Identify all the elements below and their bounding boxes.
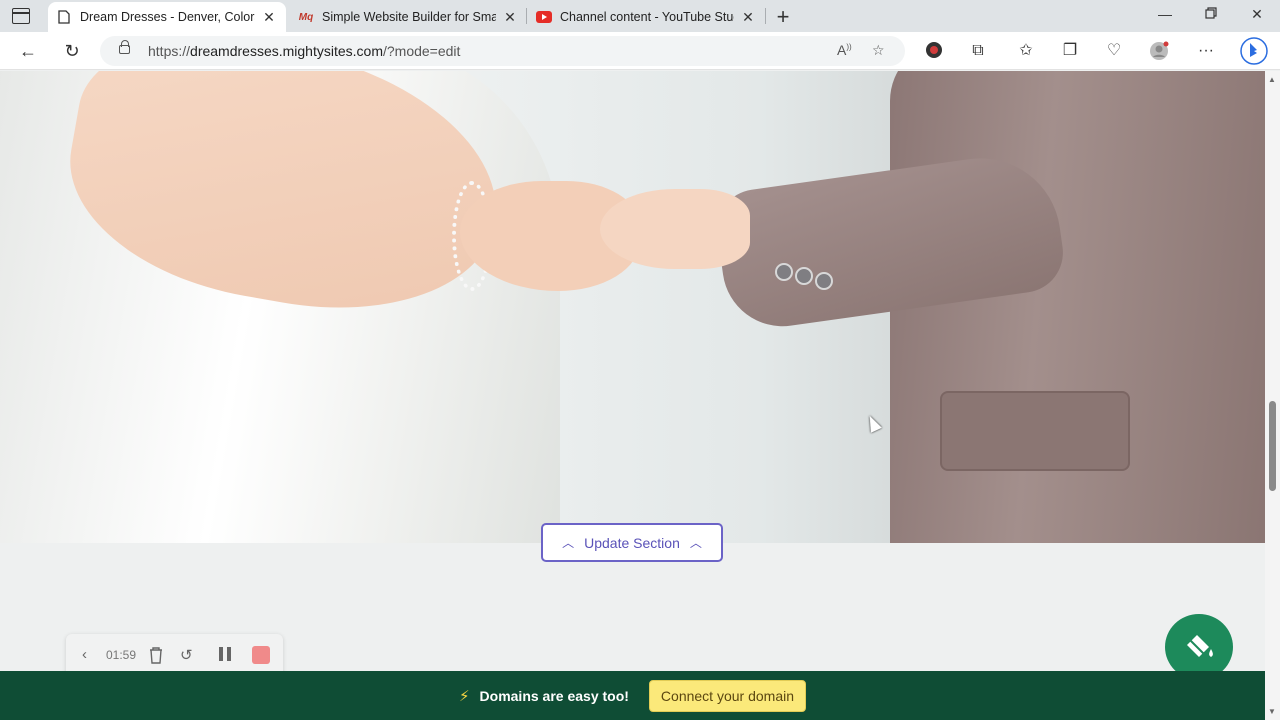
update-section-label: Update Section: [584, 534, 680, 551]
url-host: dreamdresses.mightysites.com: [190, 43, 383, 59]
address-bar[interactable]: https://dreamdresses.mightysites.com/?mo…: [100, 36, 905, 66]
groom-suit-shape: [890, 71, 1265, 543]
tab-title: Simple Website Builder for Small: [322, 10, 497, 24]
scroll-up-icon[interactable]: ▲: [1268, 75, 1276, 84]
chevron-up-icon: ︿: [689, 536, 702, 550]
lock-icon: [119, 40, 130, 54]
more-options-icon[interactable]: ···: [1196, 41, 1216, 61]
cuff-button-shape: [815, 272, 833, 290]
collapse-chevron-icon[interactable]: ‹: [82, 646, 87, 663]
mighty-logo-icon: Mq: [298, 11, 314, 23]
close-tab-icon[interactable]: ✕: [261, 9, 277, 26]
close-window-icon[interactable]: ✕: [1247, 6, 1267, 23]
close-tab-icon[interactable]: ✕: [740, 9, 756, 26]
tab-separator: [765, 8, 766, 24]
page-scrollbar[interactable]: ▲ ▼: [1265, 71, 1280, 720]
hero-image: [0, 71, 1265, 543]
browser-tab-strip: Dream Dresses - Denver, Colorado ✕ Mq Si…: [0, 0, 1280, 32]
page-content: ︿ Update Section ︿ ‹ 01:59 ↺ ⚡ Domains a…: [0, 71, 1265, 720]
new-tab-icon[interactable]: +: [772, 4, 794, 30]
tab-dream-dresses[interactable]: Dream Dresses - Denver, Colorado ✕: [48, 2, 286, 32]
tab-title: Channel content - YouTube Studio: [560, 10, 735, 24]
update-section-button[interactable]: ︿ Update Section ︿: [541, 523, 723, 562]
recording-timer: 01:59: [106, 648, 137, 662]
address-toolbar: ← ↻ https://dreamdresses.mightysites.com…: [0, 32, 1280, 70]
url-text[interactable]: https://dreamdresses.mightysites.com/?mo…: [148, 43, 460, 59]
url-path: /?mode=edit: [382, 43, 461, 59]
tab-website-builder[interactable]: Mq Simple Website Builder for Small ✕: [290, 2, 526, 32]
collections-icon[interactable]: ❐: [1060, 41, 1080, 61]
pause-icon[interactable]: [218, 646, 232, 666]
back-arrow-icon[interactable]: ←: [17, 40, 39, 62]
refresh-icon[interactable]: ↻: [61, 40, 83, 62]
chevron-up-icon: ︿: [562, 536, 575, 550]
page-icon: [56, 9, 72, 25]
stop-recording-button[interactable]: [252, 646, 270, 664]
record-icon[interactable]: [924, 41, 944, 61]
tab-title: Dream Dresses - Denver, Colorado: [80, 10, 255, 24]
scroll-down-icon[interactable]: ▼: [1268, 707, 1276, 716]
youtube-icon: [536, 9, 552, 25]
bing-copilot-icon[interactable]: [1240, 37, 1268, 65]
restore-icon[interactable]: [1201, 6, 1221, 22]
domain-promo-banner: ⚡ Domains are easy too! Connect your dom…: [0, 671, 1265, 720]
suit-pocket-shape: [940, 391, 1130, 471]
tab-separator: [526, 8, 527, 24]
browser-essentials-icon[interactable]: ♡: [1104, 41, 1124, 61]
add-favorite-icon[interactable]: ☆: [872, 42, 885, 59]
restart-icon[interactable]: ↺: [180, 646, 193, 664]
minimize-icon[interactable]: —: [1155, 6, 1175, 22]
paint-bucket-icon: [1184, 634, 1213, 658]
tab-youtube-studio[interactable]: Channel content - YouTube Studio ✕: [528, 2, 764, 32]
scroll-thumb[interactable]: [1269, 401, 1276, 491]
read-aloud-icon[interactable]: A)): [837, 42, 852, 58]
url-scheme: https://: [148, 43, 191, 59]
profile-avatar-icon[interactable]: [1149, 41, 1169, 61]
tab-actions-icon[interactable]: [12, 8, 30, 24]
trash-icon[interactable]: [148, 646, 164, 668]
lightning-icon: ⚡: [458, 687, 470, 705]
connect-domain-button[interactable]: Connect your domain: [648, 679, 806, 712]
extensions-icon[interactable]: ⧉: [968, 41, 988, 61]
groom-hand-shape: [600, 189, 750, 269]
cuff-button-shape: [775, 263, 793, 281]
close-tab-icon[interactable]: ✕: [502, 9, 518, 26]
banner-text: Domains are easy too!: [479, 687, 629, 704]
cuff-button-shape: [795, 267, 813, 285]
favorites-icon[interactable]: ✩: [1016, 41, 1036, 61]
